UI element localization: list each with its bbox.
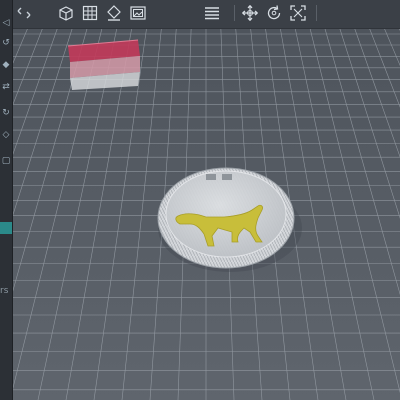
collapse-panel-button[interactable] <box>14 3 34 23</box>
move-arrows-icon <box>242 5 258 21</box>
view-cube-button[interactable] <box>56 3 76 23</box>
scale-icon <box>290 5 306 21</box>
viewport-canvas[interactable] <box>12 28 400 400</box>
material-button[interactable] <box>104 3 124 23</box>
top-toolbar <box>12 0 400 29</box>
image-frame-icon <box>130 6 146 20</box>
rotate-icon <box>267 5 281 20</box>
rotate-tool-button[interactable] <box>264 3 284 23</box>
paint-bucket-icon <box>107 5 121 21</box>
background-image-button[interactable] <box>128 3 148 23</box>
move-tool-button[interactable] <box>240 3 260 23</box>
left-side-panel: ◁ ↺ ◆ ⇄ ↻ ◇ ▢ rs <box>0 0 13 400</box>
view-cube-icon <box>59 6 73 21</box>
grid-toggle-button[interactable] <box>80 3 100 23</box>
panel-partial-label: rs <box>0 286 9 296</box>
panel-icon-1[interactable]: ◁ <box>1 18 11 28</box>
editor-app: ◁ ↺ ◆ ⇄ ↻ ◇ ▢ rs <box>0 0 400 400</box>
stacked-block-model[interactable] <box>67 39 140 90</box>
collapse-arrows-icon <box>17 7 31 19</box>
active-panel-indicator[interactable] <box>0 222 12 234</box>
hamburger-icon <box>205 7 219 20</box>
panel-icon-4[interactable]: ⇄ <box>1 82 11 92</box>
panel-icon-7[interactable]: ▢ <box>1 156 11 166</box>
panel-icon-6[interactable]: ◇ <box>1 130 11 140</box>
toolbar-separator <box>316 5 317 21</box>
3d-viewport[interactable] <box>12 28 400 400</box>
panel-icon-3[interactable]: ◆ <box>1 60 11 70</box>
panel-icon-5[interactable]: ↻ <box>1 108 11 118</box>
grid-icon <box>82 5 98 21</box>
panel-icon-2[interactable]: ↺ <box>1 38 11 48</box>
toolbar-separator <box>234 5 235 21</box>
scale-tool-button[interactable] <box>288 3 308 23</box>
menu-button[interactable] <box>202 3 222 23</box>
